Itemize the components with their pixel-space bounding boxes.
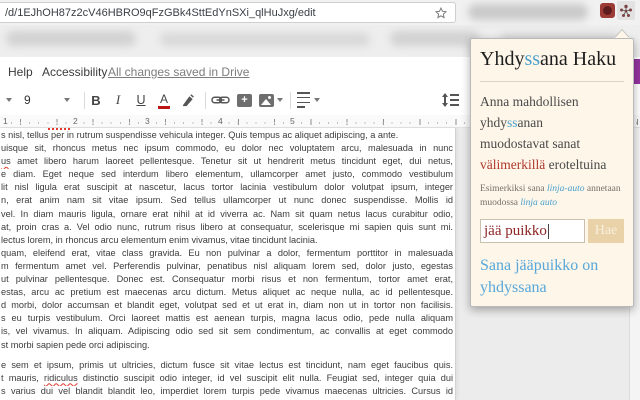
font-size-caret[interactable] (64, 90, 70, 110)
text-line: Esimerkiksi sana linja-auto annetaan (480, 182, 624, 196)
text-line: vel. In diam mauris ligula, ornare erat … (1, 209, 453, 222)
text-line: n, erat anim nam sit vitae ipsum. Sed te… (1, 195, 453, 208)
text-line: uisque sit, rhoncus metus nec ipsum comm… (1, 143, 453, 156)
text-color-bar (158, 106, 170, 109)
bookmark-star-icon[interactable] (434, 6, 448, 20)
popup-caret (615, 30, 629, 38)
yhdyssana-popup: Yhdyssana Haku Anna mahdollisenyhdyssana… (470, 38, 634, 307)
extension-icon-glyph (603, 6, 612, 15)
search-input[interactable]: jää puikko (480, 219, 585, 243)
text-line: yhdyssanan (480, 112, 624, 133)
document-page[interactable]: s nisl, tellus per in rutrum suspendisse… (0, 128, 456, 400)
text-line: muodostavat sanat (480, 133, 624, 154)
text-line: at, proin cras a. Vel odio nunc, rutrum … (1, 222, 453, 235)
bold-button[interactable]: B (90, 90, 102, 110)
ruler-number: 1 (1, 116, 10, 126)
address-bar[interactable]: /d/1EJhOH87z2cV46HBRO9qFzGBk4SttEdYnSXi_… (0, 2, 456, 23)
text-line: ut pulvinar pellentesque. Donec est. Con… (1, 274, 453, 287)
text-line: t mauris, ridiculus distinctio suscipit … (1, 373, 453, 386)
underline-button[interactable]: U (136, 90, 146, 110)
text-line: lectus lorem, in rhoncus arcu elementum … (1, 235, 453, 248)
italic-button[interactable]: I (114, 90, 122, 110)
text-line: us amet libero harum laoreet pellentesqu… (1, 156, 453, 169)
browser-window: /d/1EJhOH87z2cV46HBRO9qFzGBk4SttEdYnSXi_… (0, 0, 640, 400)
menu-accessibility[interactable]: Accessibility (42, 65, 107, 79)
share-button-sliver (634, 59, 640, 84)
text-line: m fermentum amet vel. Perferendis pulvin… (1, 261, 453, 274)
text-line: yhdyssana (480, 277, 624, 299)
text-line: välimerkillä eroteltuina (480, 154, 624, 175)
zoom-dropdown-caret[interactable] (6, 90, 12, 110)
text-line: e diam. Eget neque sed interdum libero e… (1, 169, 453, 182)
text-align-caret[interactable] (314, 90, 320, 110)
ruler-number: 3 (143, 116, 152, 126)
insert-image-icon[interactable] (259, 90, 274, 110)
ruler-number: 5 (288, 116, 297, 126)
popup-example: Esimerkiksi sana linja-auto annetaanmuod… (480, 182, 624, 210)
popup-description: Anna mahdollisenyhdyssananmuodostavat sa… (480, 91, 624, 175)
line-spacing-icon[interactable] (443, 90, 459, 110)
extension-icon[interactable] (600, 3, 615, 18)
text-line: estas, arcu ac pretium est maecenas arcu… (1, 287, 453, 300)
font-size-value[interactable]: 9 (24, 90, 31, 110)
insert-comment-icon[interactable]: + (237, 90, 252, 110)
misspelled-word: ridiculus (44, 373, 78, 383)
search-row: jää puikko Hae (480, 219, 624, 243)
text-line: lit nisl ligula erat suscipit at nascetu… (1, 182, 453, 195)
yhdyssana-extension-icon[interactable] (617, 1, 635, 20)
search-button[interactable]: Hae (588, 219, 624, 243)
popup-divider (480, 81, 624, 82)
url-text[interactable]: /d/1EJhOH87z2cV46HBRO9qFzGBk4SttEdYnSXi_… (0, 7, 434, 19)
text-align-icon[interactable] (297, 90, 310, 110)
text-line: Anna mahdollisen (480, 91, 624, 112)
text-line: Yhdyssana Haku (480, 48, 616, 70)
molecule-icon (619, 4, 633, 18)
text-color-letter: A (160, 92, 168, 106)
text-line: d morbi, dolor accumsan et blandit eget,… (1, 300, 453, 313)
menu-help[interactable]: Help (8, 65, 33, 79)
text-line: is, vel vivamus. In aliquam. Adipiscing … (1, 326, 453, 339)
text-line: e sem et ipsum, primis ut ultricies, dic… (1, 360, 453, 373)
text-line: s varius dui vel blandit blandit leo, im… (1, 386, 453, 399)
search-result: Sana jääpuikko onyhdyssana (480, 255, 624, 299)
text-line: s eu turpis vestibulum. Orci laoreet mat… (1, 313, 453, 326)
insert-image-caret[interactable] (277, 90, 283, 110)
popup-title: Yhdyssana Haku (480, 46, 624, 72)
misspelled-word: us (1, 156, 11, 166)
insert-link-icon[interactable] (211, 90, 230, 110)
search-input-value: jää puikko (484, 223, 547, 240)
text-cursor (548, 224, 549, 239)
text-line: quam, eleifend erat, vitae class gravida… (1, 248, 453, 261)
saved-status-link[interactable]: All changes saved in Drive (108, 65, 249, 79)
ruler-number: 2 (71, 116, 80, 126)
text-line: st morbi sapien pede orci adipiscing. (1, 340, 453, 353)
text-line: Sana jääpuikko on (480, 255, 624, 277)
document-text[interactable]: s nisl, tellus per in rutrum suspendisse… (1, 130, 453, 400)
ruler-number: 4 (216, 116, 225, 126)
text-line: s nisl, tellus per in rutrum suspendisse… (1, 130, 453, 143)
blurred-chrome-area (468, 4, 588, 20)
highlight-pen-icon[interactable] (180, 90, 195, 110)
text-line: muodossa linja auto (480, 196, 624, 210)
text-color-button[interactable]: A (158, 90, 170, 110)
